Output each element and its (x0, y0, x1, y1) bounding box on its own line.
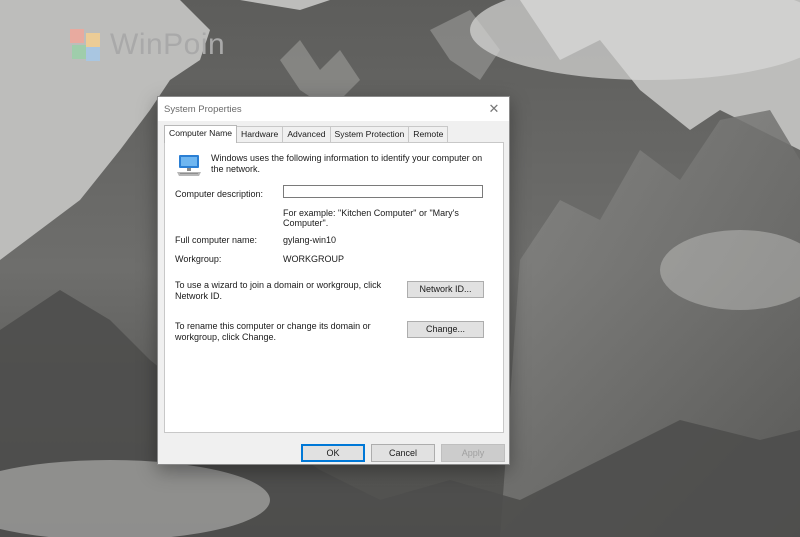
tab-strip: Computer Name Hardware Advanced System P… (164, 125, 449, 143)
tab-computer-name[interactable]: Computer Name (164, 125, 238, 143)
change-button[interactable]: Change... (407, 321, 484, 338)
watermark-brand: WinPoin (110, 28, 226, 61)
intro-text: Windows uses the following information t… (211, 153, 483, 174)
computer-icon (177, 155, 201, 176)
ok-button[interactable]: OK (301, 444, 365, 462)
tab-remote[interactable]: Remote (408, 126, 449, 142)
change-text: To rename this computer or change its do… (175, 321, 371, 342)
cancel-button[interactable]: Cancel (371, 444, 435, 462)
workgroup-label: Workgroup: (175, 254, 222, 264)
title-bar: System Properties ✕ (158, 97, 509, 121)
computer-description-label: Computer description: (175, 189, 264, 199)
network-id-text: To use a wizard to join a domain or work… (175, 280, 382, 301)
example-text: For example: "Kitchen Computer" or "Mary… (283, 208, 459, 228)
computer-name-panel: Windows uses the following information t… (164, 142, 504, 433)
winpoin-logo-icon (70, 29, 102, 61)
computer-description-input[interactable] (283, 185, 483, 198)
tab-system-protection[interactable]: System Protection (329, 126, 410, 142)
workgroup-value: WORKGROUP (283, 254, 345, 264)
dialog-title: System Properties (164, 103, 242, 115)
network-id-button[interactable]: Network ID... (407, 281, 484, 298)
full-computer-name-value: gylang-win10 (283, 235, 337, 245)
tab-advanced[interactable]: Advanced (282, 126, 331, 142)
apply-button[interactable]: Apply (441, 444, 505, 462)
tab-hardware[interactable]: Hardware (236, 126, 284, 142)
close-icon[interactable]: ✕ (485, 101, 503, 117)
intro-section: Windows uses the following information t… (176, 153, 496, 177)
system-properties-dialog: System Properties ✕ Computer Name Hardwa… (157, 96, 510, 465)
full-computer-name-label: Full computer name: (175, 235, 258, 245)
watermark-logo: WinPoin (70, 28, 225, 62)
